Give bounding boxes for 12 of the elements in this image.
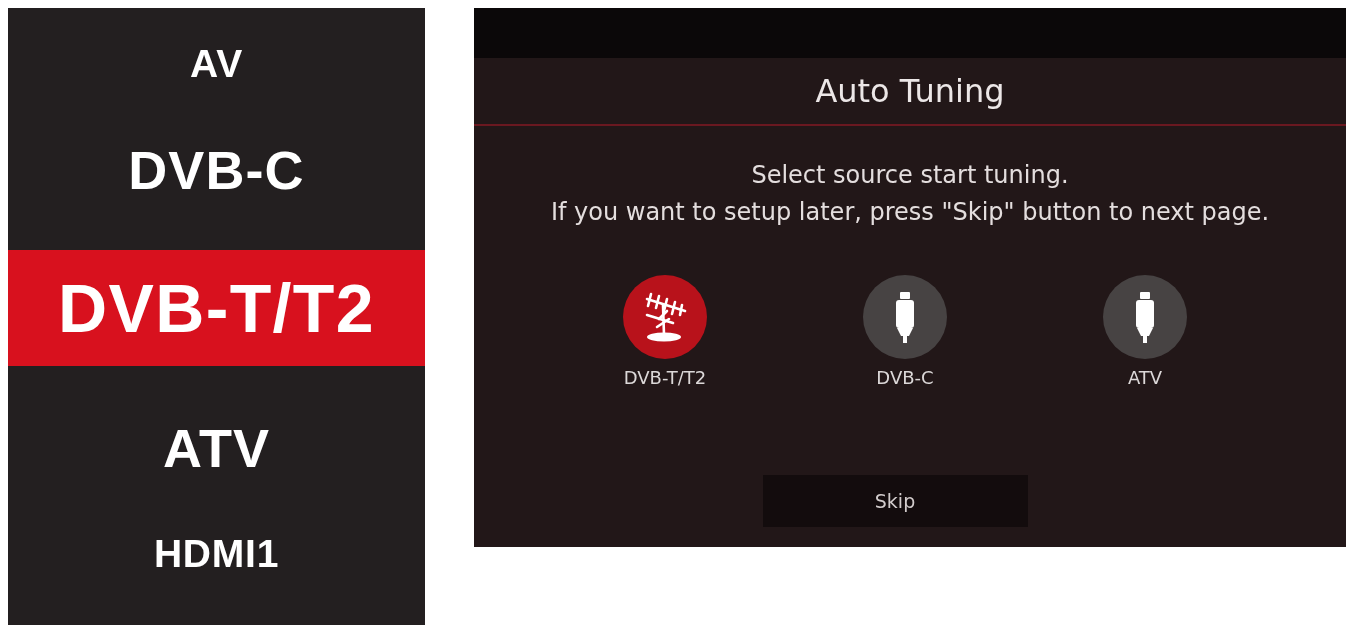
- instruction-text: Select source start tuning.: [751, 160, 1069, 191]
- source-button[interactable]: DVB-C: [863, 275, 947, 388]
- source-button[interactable]: DVB-T/T2: [623, 275, 707, 388]
- dialog-title: Auto Tuning: [815, 75, 1005, 107]
- source-option[interactable]: DVB-C: [128, 143, 305, 197]
- source-option[interactable]: AV: [190, 43, 243, 83]
- source-option[interactable]: DVB-T/T2: [8, 250, 425, 366]
- skip-button[interactable]: Skip: [762, 475, 1028, 527]
- instruction-text: If you want to setup later, press "Skip" button to next page.: [550, 197, 1270, 228]
- source-button[interactable]: ATV: [1103, 275, 1187, 388]
- source-option[interactable]: ATV: [162, 421, 271, 475]
- source-option[interactable]: HDMI1: [153, 533, 280, 573]
